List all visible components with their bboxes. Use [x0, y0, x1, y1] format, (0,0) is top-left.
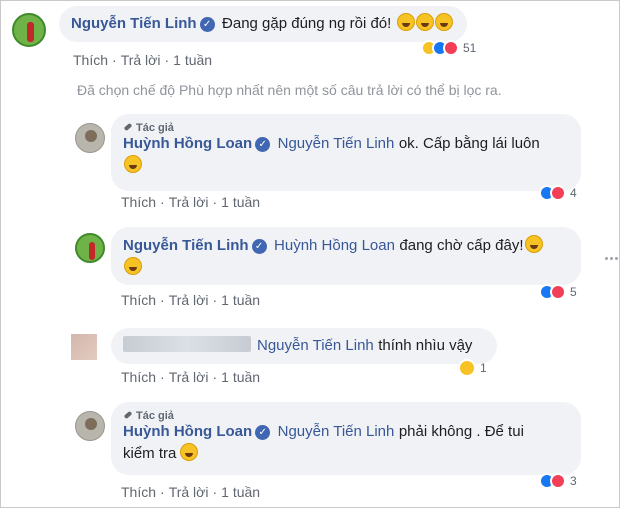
timestamp[interactable]: 1 tuần	[221, 194, 260, 210]
comment-bubble: Nguyễn Tiến Linh thính nhìu vậy	[111, 328, 497, 364]
haha-icon	[458, 359, 476, 377]
verified-icon: ✓	[199, 17, 215, 32]
reaction-count: 1	[480, 361, 487, 375]
avatar[interactable]	[75, 123, 105, 153]
verified-icon: ✓	[251, 239, 267, 254]
verified-icon: ✓	[255, 137, 271, 152]
reaction-summary[interactable]: 3	[539, 473, 577, 489]
reaction-count: 4	[570, 186, 577, 200]
comment-actions: Thích · Trả lời · 1 tuần	[73, 52, 213, 68]
verified-icon: ✓	[255, 425, 271, 440]
love-icon	[443, 40, 459, 56]
comment-text: Đang gặp đúng ng rồi đó!	[222, 15, 392, 32]
author-badge: Tác giả	[123, 410, 567, 422]
comment-author[interactable]: Nguyễn Tiến Linh	[71, 15, 197, 32]
reaction-summary[interactable]: 5	[539, 284, 577, 300]
comment-actions: Thích · Trả lời · 1 tuần	[121, 194, 261, 210]
laughing-emoji-icon	[396, 13, 415, 31]
comment-actions: Thích · Trả lời · 1 tuần	[121, 369, 261, 385]
comment-bubble: Nguyễn Tiến Linh ✓ Huỳnh Hồng Loan đang c…	[111, 227, 581, 285]
comment-text: thính nhìu vậy	[378, 337, 473, 354]
comment-bubble: Nguyễn Tiến Linh ✓ Đang gặp đúng ng rồi đ…	[59, 6, 467, 42]
reaction-count: 51	[463, 41, 477, 55]
comment-bubble: Tác giả Huỳnh Hồng Loan ✓ Nguyễn Tiến Lin…	[111, 114, 581, 191]
love-icon	[550, 473, 566, 489]
reply-button[interactable]: Trả lời	[169, 484, 209, 500]
mention-link[interactable]: Nguyễn Tiến Linh	[278, 135, 395, 152]
reaction-count: 5	[570, 285, 577, 299]
timestamp[interactable]: 1 tuần	[221, 369, 260, 385]
megaphone-icon	[123, 411, 133, 421]
like-button[interactable]: Thích	[121, 369, 156, 385]
avatar[interactable]	[75, 411, 105, 441]
author-badge: Tác giả	[123, 122, 567, 134]
blurred-author-name[interactable]	[123, 336, 251, 352]
comment-bubble: Tác giả Huỳnh Hồng Loan ✓ Nguyễn Tiến Lin…	[111, 402, 581, 475]
comment-text: phải không . Để tui	[398, 423, 524, 440]
mention-link[interactable]: Nguyễn Tiến Linh	[257, 337, 374, 354]
timestamp[interactable]: 1 tuần	[221, 484, 260, 500]
timestamp[interactable]: 1 tuần	[173, 52, 212, 68]
reaction-summary[interactable]: 4	[539, 185, 577, 201]
reply-button[interactable]: Trả lời	[169, 292, 209, 308]
avatar[interactable]	[75, 233, 105, 263]
mention-link[interactable]: Huỳnh Hồng Loan	[274, 237, 395, 254]
like-button[interactable]: Thích	[121, 484, 156, 500]
comment-author[interactable]: Nguyễn Tiến Linh	[123, 237, 249, 254]
reply-button[interactable]: Trả lời	[121, 52, 161, 68]
like-button[interactable]: Thích	[121, 292, 156, 308]
more-options-icon[interactable]	[605, 257, 620, 262]
mention-link[interactable]: Nguyễn Tiến Linh	[278, 423, 395, 440]
laughing-emoji-icon	[524, 235, 543, 253]
comment-thread: Nguyễn Tiến Linh ✓ Đang gặp đúng ng rồi đ…	[0, 0, 620, 508]
comment-author[interactable]: Huỳnh Hồng Loan	[123, 423, 252, 440]
comment-actions: Thích · Trả lời · 1 tuần	[121, 292, 261, 308]
comment-actions: Thích · Trả lời · 1 tuần	[121, 484, 261, 500]
reply-button[interactable]: Trả lời	[169, 194, 209, 210]
like-button[interactable]: Thích	[121, 194, 156, 210]
laughing-emoji-icon	[124, 257, 142, 275]
comment-text: đang chờ cấp đây!	[399, 237, 524, 254]
avatar[interactable]	[71, 334, 97, 360]
reaction-count: 3	[570, 474, 577, 488]
love-icon	[550, 185, 566, 201]
comment-text: ok. Cấp bằng lái luôn	[398, 135, 540, 152]
laughing-emoji-icon	[434, 13, 453, 31]
comment-text-continued: kiểm tra	[123, 445, 177, 462]
like-button[interactable]: Thích	[73, 52, 108, 68]
timestamp[interactable]: 1 tuần	[221, 292, 260, 308]
love-icon	[550, 284, 566, 300]
reaction-summary[interactable]: 51	[421, 40, 476, 56]
avatar[interactable]	[12, 13, 46, 47]
comment-author[interactable]: Huỳnh Hồng Loan	[123, 135, 252, 152]
reply-button[interactable]: Trả lời	[169, 369, 209, 385]
filter-notice: Đã chọn chế độ Phù hợp nhất nên một số c…	[77, 82, 502, 98]
laughing-emoji-icon	[180, 443, 199, 461]
laughing-emoji-icon	[415, 13, 434, 31]
megaphone-icon	[123, 123, 133, 133]
grinning-emoji-icon	[124, 155, 142, 173]
reaction-summary[interactable]: 1	[458, 359, 487, 377]
